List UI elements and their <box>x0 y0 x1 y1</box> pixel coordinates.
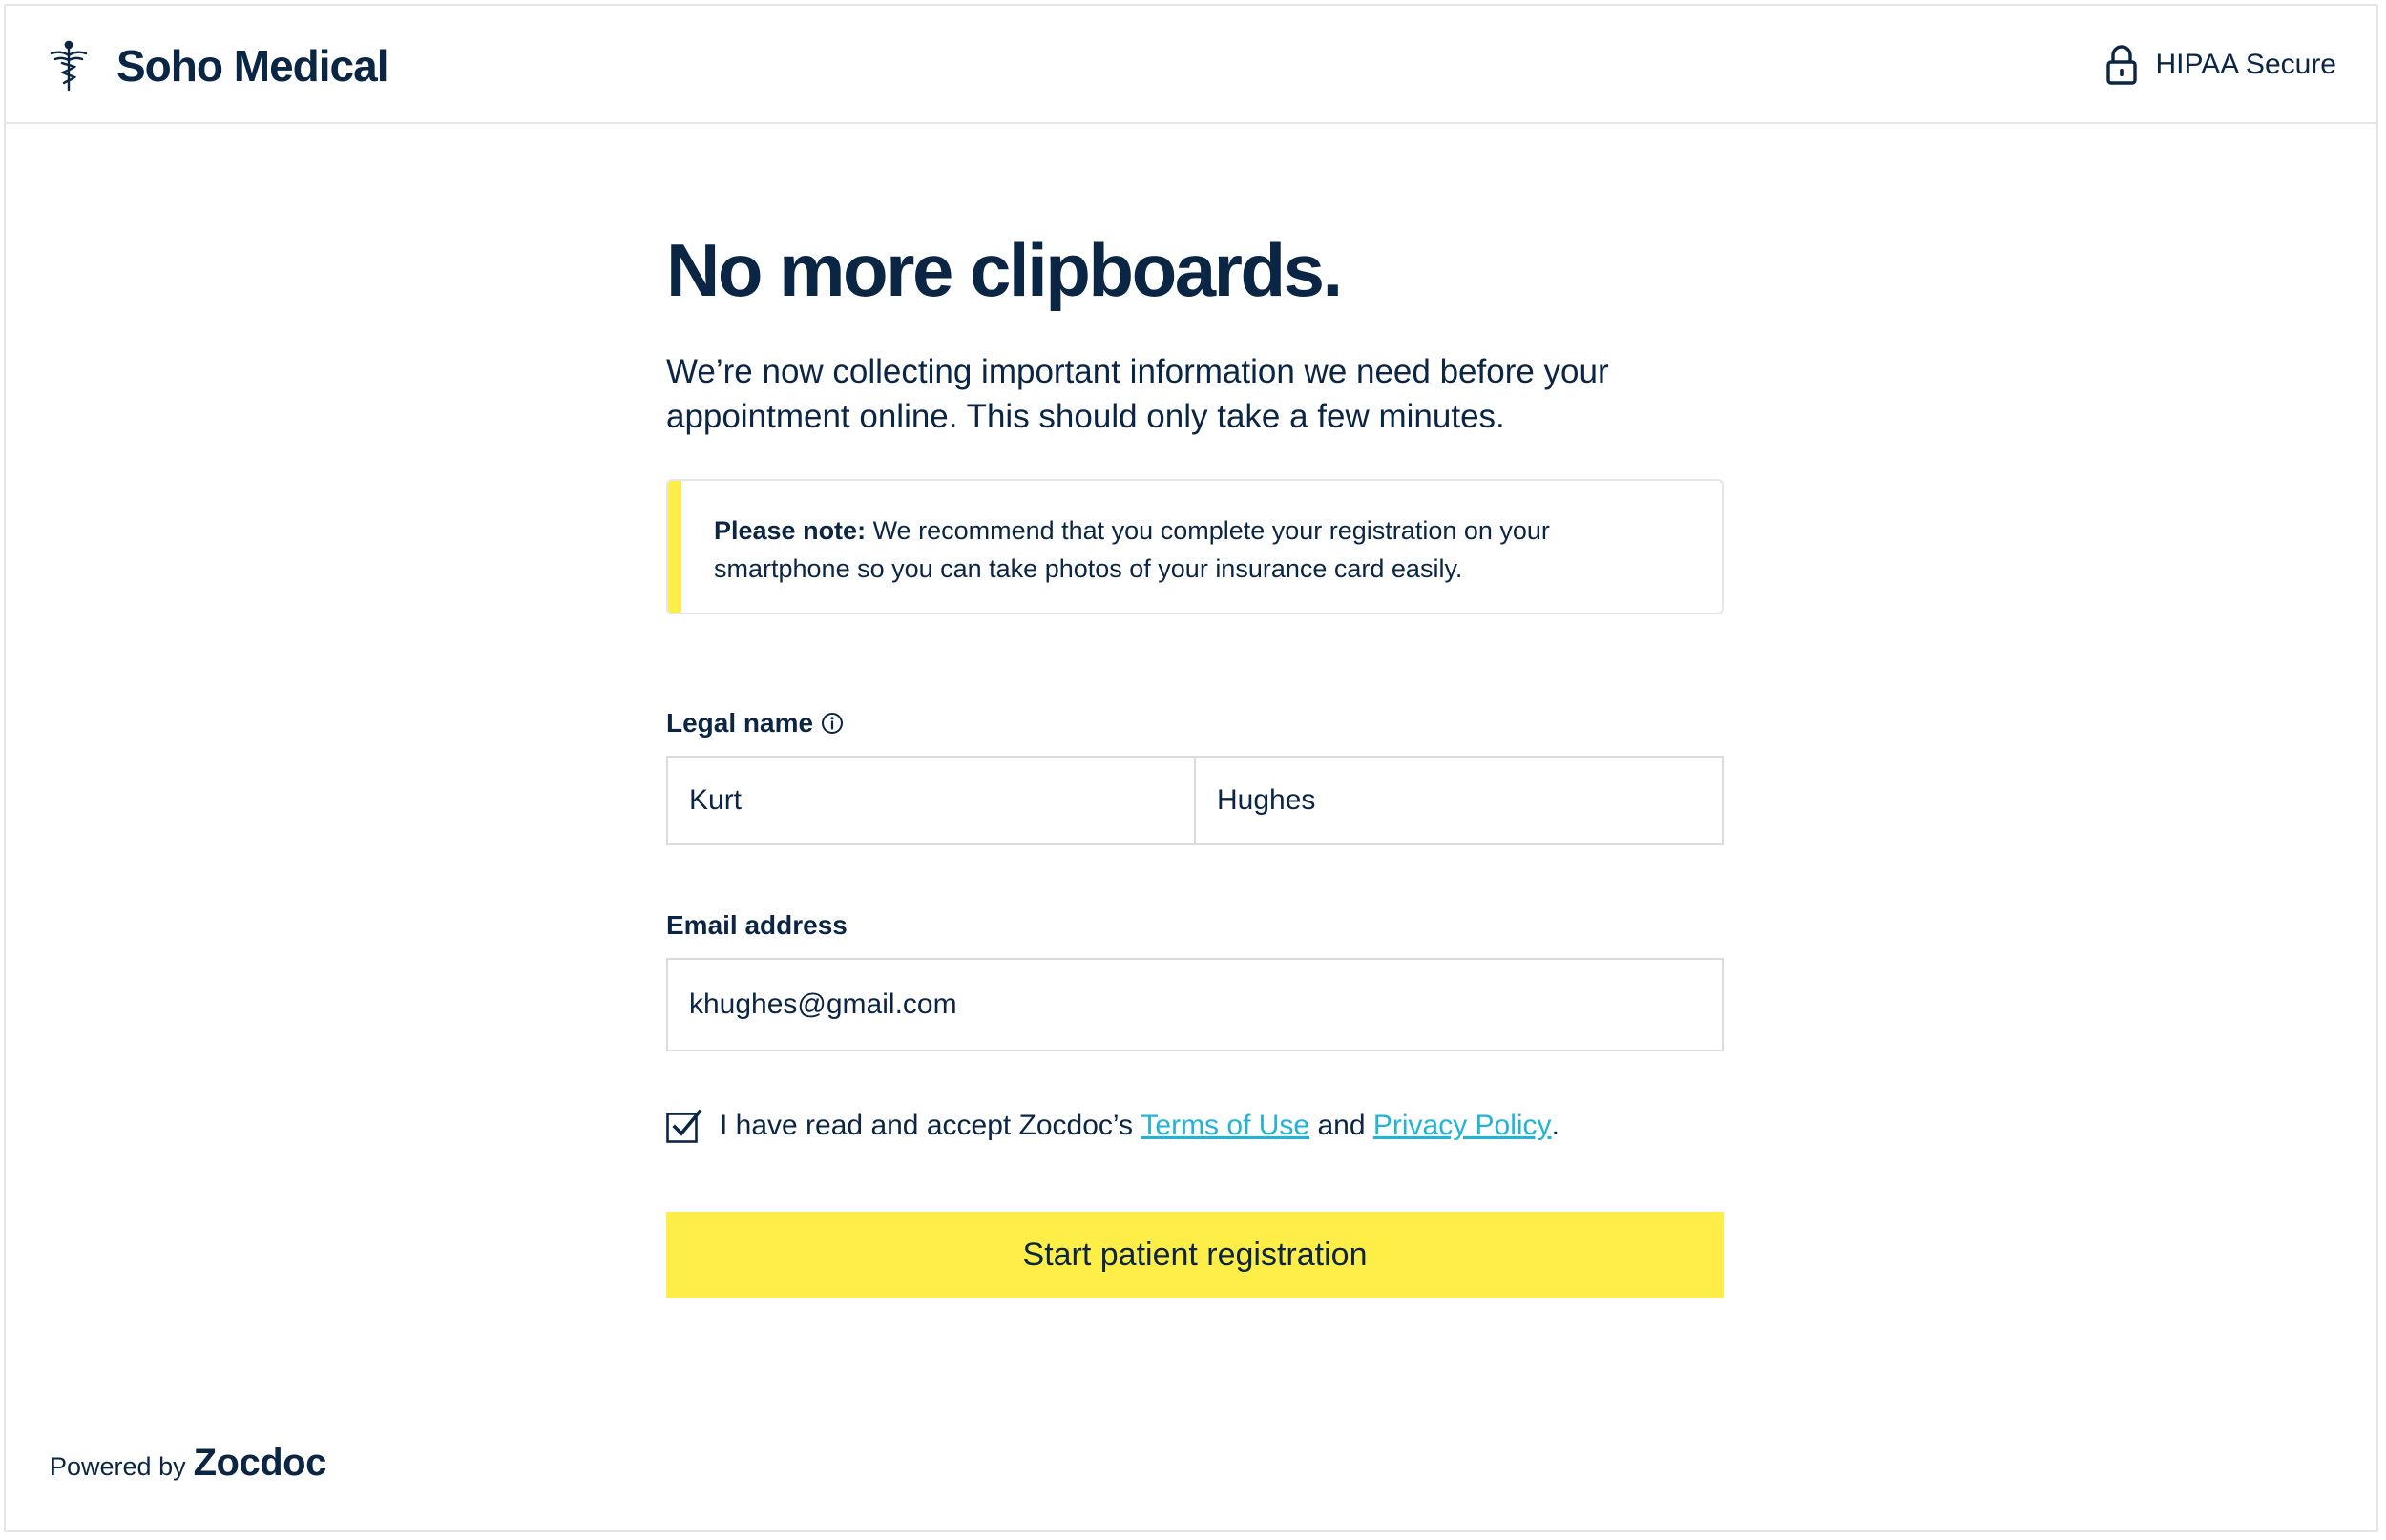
page-frame: Soho Medical HIPAA Secure No more clipbo… <box>4 4 2378 1532</box>
powered-by-label: Powered by <box>50 1452 186 1481</box>
brand[interactable]: Soho Medical <box>48 40 388 92</box>
first-name-input[interactable] <box>668 758 1194 843</box>
email-field-wrapper <box>666 958 1724 1051</box>
last-name-input[interactable] <box>1194 758 1722 843</box>
email-label: Email address <box>666 910 848 940</box>
legal-name-fields <box>666 756 1724 845</box>
terms-consent-row: I have read and accept Zocdoc’s Terms of… <box>666 1109 1724 1143</box>
email-input[interactable] <box>668 960 1722 1050</box>
note-label: Please note: <box>714 516 867 545</box>
lock-icon <box>2106 45 2138 85</box>
powered-by-footer: Powered by Zocdoc <box>50 1442 326 1485</box>
consent-suffix: . <box>1551 1110 1559 1141</box>
terms-checkbox[interactable] <box>666 1109 702 1143</box>
legal-name-label-row: Legal name <box>666 708 1724 739</box>
recommendation-note: Please note: We recommend that you compl… <box>666 479 1724 614</box>
legal-name-label: Legal name <box>666 708 814 738</box>
note-accent-bar <box>668 481 681 613</box>
page-subtitle: We’re now collecting important informati… <box>666 353 1609 435</box>
info-icon[interactable] <box>821 712 844 735</box>
brand-name: Soho Medical <box>116 41 388 91</box>
privacy-policy-link[interactable]: Privacy Policy <box>1373 1110 1552 1142</box>
caduceus-icon <box>50 40 88 92</box>
top-header: Soho Medical HIPAA Secure <box>6 6 2376 124</box>
hipaa-secure-badge: HIPAA Secure <box>2105 44 2336 86</box>
email-label-row: Email address <box>666 910 1724 941</box>
hipaa-secure-label: HIPAA Secure <box>2155 49 2336 80</box>
consent-and: and <box>1309 1110 1373 1141</box>
start-registration-button[interactable]: Start patient registration <box>666 1212 1724 1298</box>
terms-of-use-link[interactable]: Terms of Use <box>1141 1110 1309 1142</box>
consent-prefix: I have read and accept Zocdoc’s <box>720 1110 1141 1141</box>
registration-panel: No more clipboards. We’re now collecting… <box>666 233 1724 1298</box>
page-title: No more clipboards. <box>666 228 1343 312</box>
zocdoc-logo[interactable]: Zocdoc <box>194 1442 327 1485</box>
